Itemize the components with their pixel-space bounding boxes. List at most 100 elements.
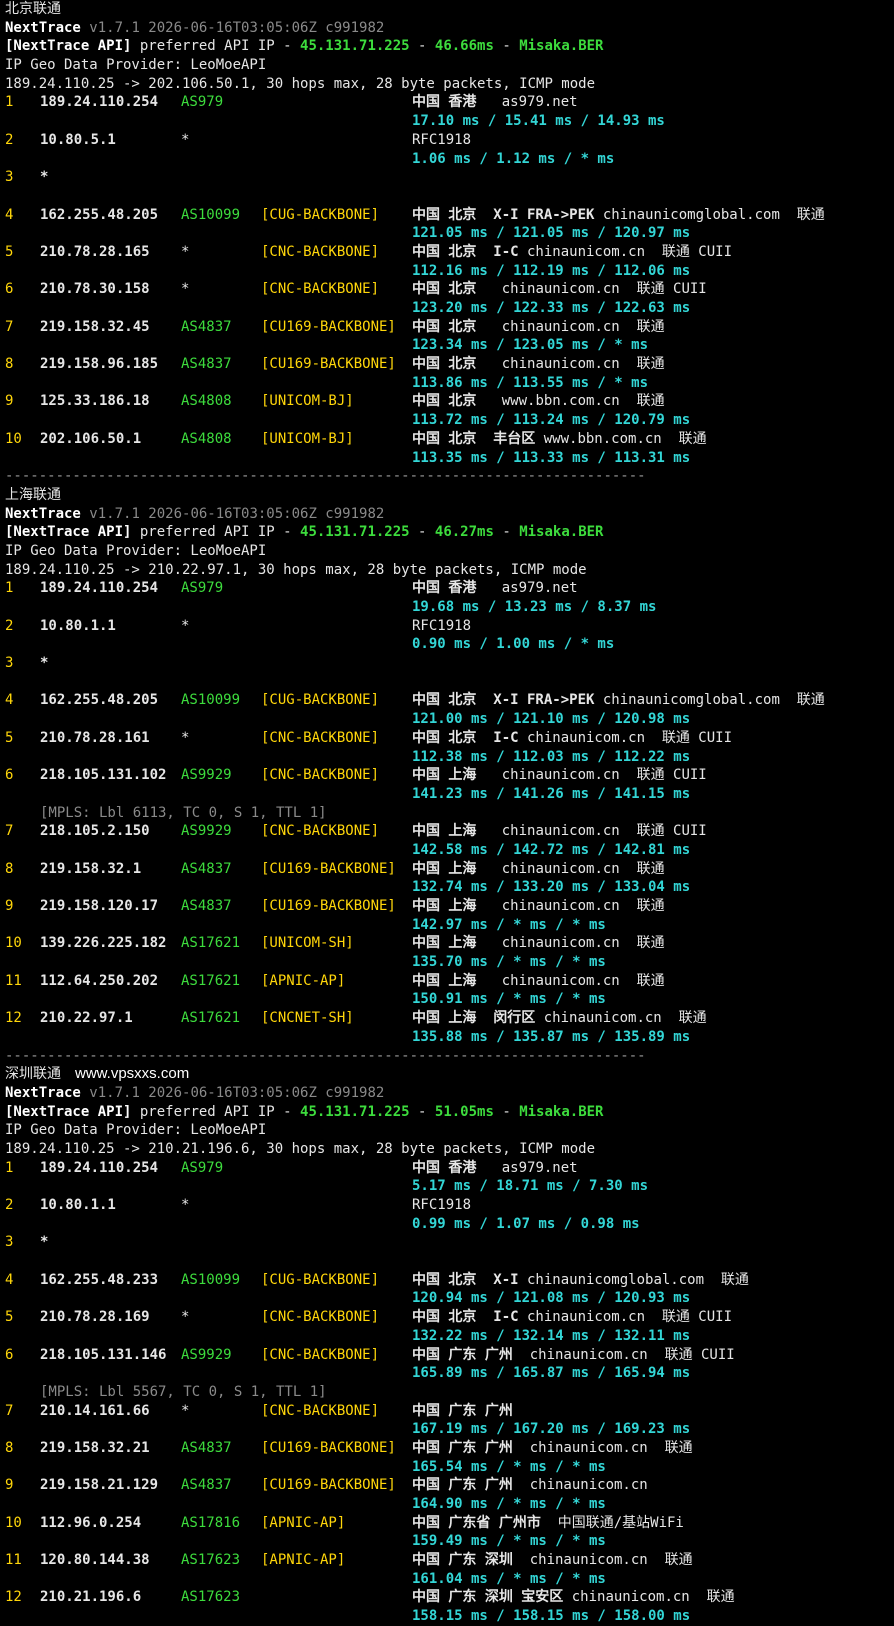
mpls-label: [MPLS: Lbl 5567, TC 0, S 1, TTL 1] — [40, 1383, 327, 1400]
api-text: preferred API IP - — [131, 524, 301, 541]
hop-row: 10 139.226.225.182 AS17621 [UNICOM-SH] 中国 上海… — [5, 934, 894, 953]
geo-line: IP Geo Data Provider: LeoMoeAPI — [5, 1121, 894, 1140]
tool-version: v1.7.1 2026-06-16T03:05:06Z c991982 — [89, 505, 385, 522]
hop-location-detail: www.bbn.com.cn 联通 — [535, 430, 707, 447]
hop-latency: 1.06 ms / 1.12 ms / * ms — [412, 150, 615, 167]
hop-asn: AS4808 — [181, 430, 232, 447]
hop-latency-row: 123.34 ms / 123.05 ms / * ms — [5, 336, 894, 355]
hop-latency-row: 120.94 ms / 121.08 ms / 120.93 ms — [5, 1289, 894, 1308]
hop-latency-row: 150.91 ms / * ms / * ms — [5, 990, 894, 1009]
hop-number: 7 — [5, 1402, 14, 1419]
hop-location-region: 中国 上海 闵行区 — [412, 1010, 536, 1027]
api-dash-2: - — [493, 1103, 520, 1120]
hop-backbone-tag: [APNIC-AP] — [261, 972, 346, 989]
hop-number: 11 — [5, 1552, 22, 1569]
hop-number: 3 — [5, 1234, 14, 1251]
hop-latency-row: 167.19 ms / 167.20 ms / 169.23 ms — [5, 1420, 894, 1439]
hop-latency-row: 113.35 ms / 113.33 ms / 113.31 ms — [5, 449, 894, 468]
hop-location: 中国 北京 I-C chinaunicom.cn 联通 CUII — [412, 1308, 732, 1327]
hop-asn: AS4837 — [181, 1477, 232, 1494]
hop-number: 8 — [5, 860, 14, 877]
hop-location-region: 中国 北京 X-I FRA->PEK — [412, 692, 595, 709]
hop-number: 10 — [5, 935, 22, 952]
hop-backbone-tag: [CNCNET-SH] — [261, 1010, 354, 1027]
hop-backbone-tag: [CNC-BACKBONE] — [261, 767, 380, 784]
hop-latency: 164.90 ms / * ms / * ms — [412, 1496, 606, 1512]
hop-latency-row: 132.22 ms / 132.14 ms / 132.11 ms — [5, 1327, 894, 1346]
hop-location-region: 中国 北京 I-C — [412, 243, 519, 260]
version-line: NextTrace v1.7.1 2026-06-16T03:05:06Z c9… — [5, 505, 894, 524]
hop-location: RFC1918 — [412, 131, 471, 150]
hop-latency-row: 164.90 ms / * ms / * ms — [5, 1495, 894, 1514]
hop-backbone-tag: [CU169-BACKBONE] — [261, 318, 396, 335]
hop-number: 9 — [5, 1477, 14, 1494]
hop-location-detail: chinaunicom.cn 联通 — [512, 1552, 693, 1569]
hop-location-detail: chinaunicom.cn 联通 CUII — [518, 243, 733, 260]
tool-version: v1.7.1 2026-06-16T03:05:06Z c991982 — [89, 19, 385, 36]
hop-ip: 219.158.32.21 — [40, 1439, 150, 1456]
hop-ip: 218.105.2.150 — [40, 823, 150, 840]
hop-ip: 219.158.32.45 — [40, 318, 150, 335]
hop-location-detail: chinaunicom.cn 联通 CUII — [476, 767, 707, 784]
hop-ip: 202.106.50.1 — [40, 430, 142, 447]
hop-latency-row: 112.38 ms / 112.03 ms / 112.22 ms — [5, 748, 894, 767]
hop-location: 中国 北京 丰台区 www.bbn.com.cn 联通 — [412, 430, 707, 449]
hop-asn: AS4837 — [181, 1439, 232, 1456]
hop-location-region: 中国 上海 — [412, 898, 477, 914]
hop-backbone-tag: [CUG-BACKBONE] — [261, 206, 380, 223]
hop-backbone-tag: [UNICOM-SH] — [261, 935, 354, 952]
hop-latency: 113.35 ms / 113.33 ms / 113.31 ms — [412, 449, 691, 466]
hop-location: 中国 广东 广州 chinaunicom.cn 联通 — [412, 1439, 693, 1458]
hop-latency-row: 121.05 ms / 121.05 ms / 120.97 ms — [5, 224, 894, 243]
hop-row: 2 10.80.5.1 * RFC1918 — [5, 131, 894, 150]
hop-asn: AS4837 — [181, 860, 232, 877]
hop-latency-row: 17.10 ms / 15.41 ms / 14.93 ms — [5, 112, 894, 131]
hop-location-detail: as979.net — [476, 94, 578, 111]
hop-location-region: 中国 北京 — [412, 393, 477, 410]
hop-location-region: 中国 北京 I-C — [412, 1309, 519, 1326]
hop-backbone-tag: [CU169-BACKBONE] — [261, 1439, 396, 1456]
hop-ip: 210.78.28.169 — [40, 1309, 150, 1326]
hop-asn: AS4837 — [181, 318, 232, 335]
hop-row: 8 219.158.32.1 AS4837 [CU169-BACKBONE] 中国 上海… — [5, 860, 894, 879]
hop-latency-row: 0.90 ms / 1.00 ms / * ms — [5, 635, 894, 654]
route-line: 189.24.110.25 -> 210.21.196.6, 30 hops m… — [5, 1140, 894, 1159]
hop-ip: 189.24.110.254 — [40, 580, 159, 597]
hop-location-detail: chinaunicomglobal.com 联通 — [594, 692, 825, 709]
api-dash-2: - — [493, 38, 520, 55]
hop-latency-row: 132.74 ms / 133.20 ms / 133.04 ms — [5, 878, 894, 897]
hop-latency: 112.38 ms / 112.03 ms / 112.22 ms — [412, 748, 691, 765]
hop-location-detail: chinaunicom.cn 联通 CUII — [518, 1309, 733, 1326]
hop-ip: 218.105.131.146 — [40, 1346, 167, 1363]
hop-row: 6 210.78.30.158 * [CNC-BACKBONE] 中国 北京 china… — [5, 280, 894, 299]
hop-latency-row: 1.06 ms / 1.12 ms / * ms — [5, 150, 894, 169]
hop-location-detail: chinaunicom.cn 联通 CUII — [512, 1346, 735, 1363]
geo-line: IP Geo Data Provider: LeoMoeAPI — [5, 542, 894, 561]
hop-latency-row: 113.72 ms / 113.24 ms / 120.79 ms — [5, 411, 894, 430]
hop-number: 5 — [5, 729, 14, 746]
hop-backbone-tag: [CUG-BACKBONE] — [261, 692, 380, 709]
hop-row: 9 219.158.120.17 AS4837 [CU169-BACKBONE] 中国 … — [5, 897, 894, 916]
route-summary: 189.24.110.25 -> 210.22.97.1, 30 hops ma… — [5, 561, 587, 578]
route-line: 189.24.110.25 -> 202.106.50.1, 30 hops m… — [5, 75, 894, 94]
hop-location-region: 中国 北京 X-I — [412, 1271, 519, 1288]
hop-row: 12 210.22.97.1 AS17621 [CNCNET-SH] 中国 上海 闵行区… — [5, 1009, 894, 1028]
hop-number: 1 — [5, 1159, 14, 1176]
hop-asn: AS17621 — [181, 1010, 241, 1027]
hop-number: 3 — [5, 655, 14, 672]
hop-location-region: 中国 香港 — [412, 94, 477, 111]
hop-location: 中国 北京 chinaunicom.cn 联通 — [412, 355, 665, 374]
geo-provider: IP Geo Data Provider: LeoMoeAPI — [5, 1122, 267, 1139]
hop-latency: 113.72 ms / 113.24 ms / 120.79 ms — [412, 412, 691, 429]
hop-location: 中国 上海 chinaunicom.cn 联通 CUII — [412, 766, 707, 785]
hop-location-region: 中国 香港 — [412, 1159, 477, 1176]
hop-asn: * — [181, 131, 190, 148]
api-ip: 45.131.71.225 — [300, 524, 410, 541]
api-ip: 45.131.71.225 — [300, 38, 410, 55]
hop-latency: 141.23 ms / 141.26 ms / 141.15 ms — [412, 785, 691, 802]
hop-latency: 121.00 ms / 121.10 ms / 120.98 ms — [412, 711, 691, 728]
hop-ip: 120.80.144.38 — [40, 1552, 150, 1569]
hop-ip: 10.80.5.1 — [40, 131, 116, 148]
hop-row: 3 * — [5, 1233, 894, 1252]
hop-location-detail: chinaunicom.cn 联通 CUII — [476, 281, 707, 298]
